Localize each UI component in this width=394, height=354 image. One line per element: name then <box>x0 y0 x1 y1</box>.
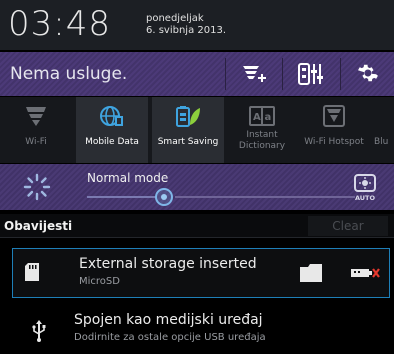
divider <box>282 58 283 90</box>
notification-title: External storage inserted <box>79 256 257 272</box>
date-display: ponedjeljak 6. svibnja 2013. <box>146 13 226 37</box>
gear-icon <box>357 64 378 82</box>
settings-button[interactable] <box>348 60 388 88</box>
svg-text:a: a <box>265 112 272 123</box>
quick-settings-icon <box>243 66 266 82</box>
wifi-icon <box>0 105 72 127</box>
auto-brightness-button[interactable]: AUTO <box>350 174 380 202</box>
sliders-icon <box>298 63 323 85</box>
toggle-smart-saving[interactable]: Smart Saving <box>152 97 224 163</box>
quick-toggles: Wi-Fi Mobile Data Smart Saving A a Insta… <box>0 97 394 163</box>
toggle-label: Wi-Fi Hotspot <box>304 137 364 147</box>
usb-icon <box>28 320 50 342</box>
notification-title: Spojen kao medijski uređaj <box>74 312 263 328</box>
clock: 03:48 <box>8 4 111 44</box>
notification-subtitle: MicroSD <box>79 276 120 287</box>
toggle-label-line1: Instant <box>246 130 278 140</box>
globe-icon <box>76 105 148 127</box>
toggle-bluetooth[interactable]: Blu <box>372 97 394 163</box>
notification-item[interactable]: Spojen kao medijski uređaj Dodirnite za … <box>0 306 394 354</box>
battery-leaf-icon <box>152 105 224 127</box>
brightness-slider-handle[interactable] <box>155 188 173 206</box>
toggle-label: Mobile Data <box>85 137 139 147</box>
toggle-instant-dictionary[interactable]: A a Instant Dictionary <box>226 97 298 163</box>
quick-settings-button[interactable] <box>233 60 273 88</box>
auto-brightness-icon: AUTO <box>354 174 376 202</box>
toggle-wifi-hotspot[interactable]: Wi-Fi Hotspot <box>298 97 370 163</box>
notifications-title: Obavijesti <box>4 219 73 233</box>
brightness-mode-label: Normal mode <box>87 171 169 185</box>
clear-button[interactable]: Clear <box>308 216 388 236</box>
toggle-label: Wi-Fi <box>25 137 47 147</box>
brightness-panel: Normal mode AUTO <box>0 164 394 210</box>
notification-header: 03:48 ponedjeljak 6. svibnja 2013. <box>0 0 394 50</box>
brightness-icon-area <box>0 164 76 210</box>
sd-card-icon <box>21 261 43 283</box>
brightness-slider-fill <box>87 196 157 198</box>
weekday-label: ponedjeljak <box>146 13 204 24</box>
toggle-label: Blu <box>374 137 389 147</box>
divider <box>225 58 226 90</box>
toggle-label: Instant Dictionary <box>226 130 298 152</box>
date-label: 6. svibnja 2013. <box>146 25 227 36</box>
notification-item[interactable]: External storage inserted MicroSD <box>12 248 390 298</box>
brightness-slider-track[interactable] <box>175 196 355 198</box>
toggle-mobile-data[interactable]: Mobile Data <box>76 97 148 163</box>
toggle-label-line2: Dictionary <box>238 141 286 151</box>
folder-icon[interactable] <box>299 262 323 284</box>
brightness-icon <box>23 173 51 201</box>
dictionary-icon: A a <box>226 105 298 127</box>
notification-subtitle: Dodirnite za ostale opcije USB uređaja <box>74 332 266 343</box>
divider <box>340 58 341 90</box>
carrier-label: Nema usluge. <box>10 64 128 84</box>
notifications-header: Obavijesti Clear <box>0 214 394 238</box>
auto-label: AUTO <box>355 194 376 202</box>
toggle-wifi[interactable]: Wi-Fi <box>0 97 72 163</box>
toggle-label: Smart Saving <box>157 137 219 147</box>
settings-shortcut-button[interactable] <box>290 60 330 88</box>
hotspot-icon <box>298 105 370 127</box>
eject-storage-icon[interactable] <box>349 262 381 284</box>
quick-status-bar: Nema usluge. <box>0 52 394 96</box>
svg-text:A: A <box>253 112 261 123</box>
